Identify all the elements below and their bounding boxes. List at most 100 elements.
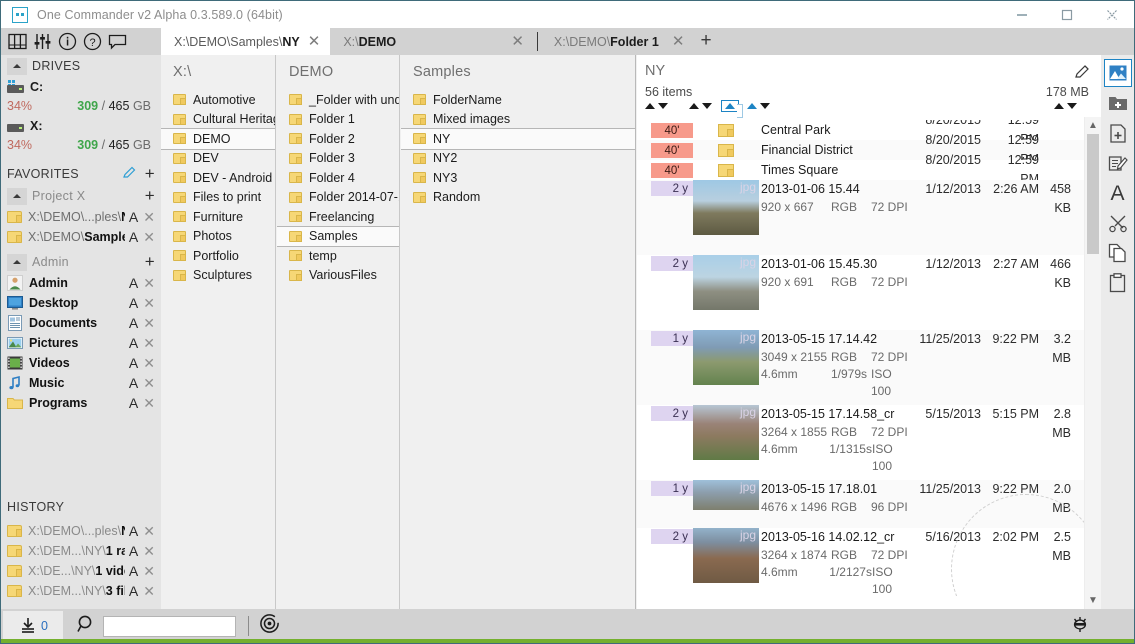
drive-row-c[interactable]: C: [1,77,161,96]
remove-icon[interactable]: ✕ [143,296,155,310]
plus-icon[interactable]: + [145,256,155,268]
remove-icon[interactable]: ✕ [143,396,155,410]
column-item[interactable]: Furniture [161,207,275,227]
remove-icon[interactable]: ✕ [143,316,155,330]
pencil-icon[interactable] [1074,63,1091,85]
sort-group-thumb[interactable] [689,103,712,109]
drives-section-header[interactable]: DRIVES [1,55,161,77]
sort-desc-icon[interactable] [702,103,712,109]
download-queue-button[interactable]: 0 [3,611,63,641]
table-row[interactable]: 2 y jpg 2013-01-06 15.45.30 920 x 691RGB… [637,255,1101,330]
sort-asc-icon[interactable] [747,103,757,109]
sidebar-item-admin[interactable]: Admin A✕ [1,273,161,293]
alias-button[interactable]: A [129,524,138,538]
paste-icon[interactable] [1104,269,1132,297]
sort-asc-icon[interactable] [645,103,655,109]
thumbnail[interactable]: jpg [693,255,759,310]
close-button[interactable] [1089,1,1134,28]
tab-close-icon[interactable]: ✕ [509,34,526,49]
alias-button[interactable]: A [129,396,138,410]
remove-icon[interactable]: ✕ [143,564,155,578]
favorite-remove-icon[interactable]: ✕ [143,210,155,224]
column-item[interactable]: Random [401,188,635,208]
remove-icon[interactable]: ✕ [143,356,155,370]
sort-group-tag[interactable] [645,103,668,109]
remove-icon[interactable]: ✕ [143,524,155,538]
remove-icon[interactable]: ✕ [143,276,155,290]
sort-asc-icon[interactable] [725,103,735,109]
sort-asc-icon[interactable] [1054,103,1064,109]
column-item[interactable]: Mixed images [401,110,635,130]
column-item[interactable]: Folder 2 [277,129,399,149]
feedback-icon[interactable] [105,30,129,54]
favorite-remove-icon[interactable]: ✕ [143,230,155,244]
sliders-settings-icon[interactable] [30,30,54,54]
sort-group-size[interactable] [1054,103,1077,109]
sort-desc-icon[interactable] [760,103,770,109]
column-item[interactable]: Folder 4 [277,168,399,188]
favorites-group-admin[interactable]: Admin + [1,251,161,273]
column-item[interactable]: Files to print [161,188,275,208]
sidebar-item-desktop[interactable]: Desktop A✕ [1,293,161,313]
thumbnail[interactable]: jpg [693,480,759,510]
pane-scrollbar[interactable]: ▲ ▼ [1084,117,1101,609]
new-tab-button[interactable]: + [694,28,717,50]
sort-group-date[interactable] [747,103,770,109]
sidebar-item-music[interactable]: Music A✕ [1,373,161,393]
column-item[interactable]: temp [277,246,399,266]
sort-asc-icon[interactable] [689,103,699,109]
pencil-icon[interactable] [122,165,137,183]
column-item[interactable]: Cultural Heritage [161,110,275,130]
chevron-up-icon[interactable] [7,188,27,205]
table-row[interactable]: 2 y jpg 2013-05-16 14.02.12_cr 3264 x 18… [637,528,1101,596]
copy-icon[interactable] [1104,239,1132,267]
column-item[interactable]: FolderName [401,90,635,110]
tab-ny[interactable]: X:\DEMO\Samples\NY ✕ [161,28,330,55]
column-item[interactable]: Portfolio [161,246,275,266]
sort-desc-icon[interactable] [1067,103,1077,109]
column-item-selected[interactable]: Samples [277,227,399,247]
plus-icon[interactable]: + [145,190,155,202]
target-icon[interactable] [259,613,280,639]
thumbnail[interactable]: jpg [693,528,759,583]
table-row[interactable]: 2 y jpg 2013-01-06 15.44 920 x 667RGB72 … [637,180,1101,255]
drive-row-x[interactable]: X: [1,116,161,135]
column-item[interactable]: NY3 [401,168,635,188]
column-item[interactable]: NY2 [401,149,635,169]
maximize-button[interactable] [1044,1,1089,28]
alias-button[interactable]: A [129,296,138,310]
tab-demo[interactable]: X:\DEMO ✕ [330,28,534,55]
column-item[interactable]: _Folder with unde [277,90,399,110]
favorite-alias-button[interactable]: A [129,210,138,224]
sidebar-item-documents[interactable]: Documents A✕ [1,313,161,333]
column-item[interactable]: Folder 1 [277,110,399,130]
cut-icon[interactable] [1104,209,1132,237]
table-row[interactable]: 1 y jpg 2013-05-15 17.14.42 3049 x 2155R… [637,330,1101,405]
column-item[interactable]: DEV - Android [161,168,275,188]
tab-folder1[interactable]: X:\DEMO\Folder 1 ✕ [541,28,695,55]
columns-view-icon[interactable] [5,30,29,54]
column-item[interactable]: Sculptures [161,266,275,286]
minimize-button[interactable] [999,1,1044,28]
column-item[interactable]: Photos [161,227,275,247]
remove-icon[interactable]: ✕ [143,376,155,390]
alias-button[interactable]: A [129,356,138,370]
column-item[interactable]: Folder 3 [277,149,399,169]
chevron-up-icon[interactable] [7,254,27,271]
new-folder-icon[interactable] [1104,89,1132,117]
column-item[interactable]: VariousFiles [277,266,399,286]
thumbnail[interactable]: jpg [693,330,759,385]
thumbnail[interactable]: jpg [693,405,759,460]
column-item[interactable]: DEV [161,149,275,169]
image-preview-icon[interactable] [1104,59,1132,87]
column-item[interactable]: Automotive [161,90,275,110]
bug-icon[interactable] [1068,614,1092,639]
history-item[interactable]: X:\DEMO\...ples\NY A✕ [1,521,161,541]
alias-button[interactable]: A [129,376,138,390]
sort-desc-icon[interactable] [658,103,668,109]
sort-group-name-active[interactable] [721,100,739,112]
favorite-alias-button[interactable]: A [129,230,138,244]
sidebar-item-videos[interactable]: Videos A✕ [1,353,161,373]
table-row[interactable]: 40' Times Square 8/20/2015 12:59 PM › [637,160,1101,180]
history-item[interactable]: X:\DEM...\NY\1 raw A✕ [1,541,161,561]
